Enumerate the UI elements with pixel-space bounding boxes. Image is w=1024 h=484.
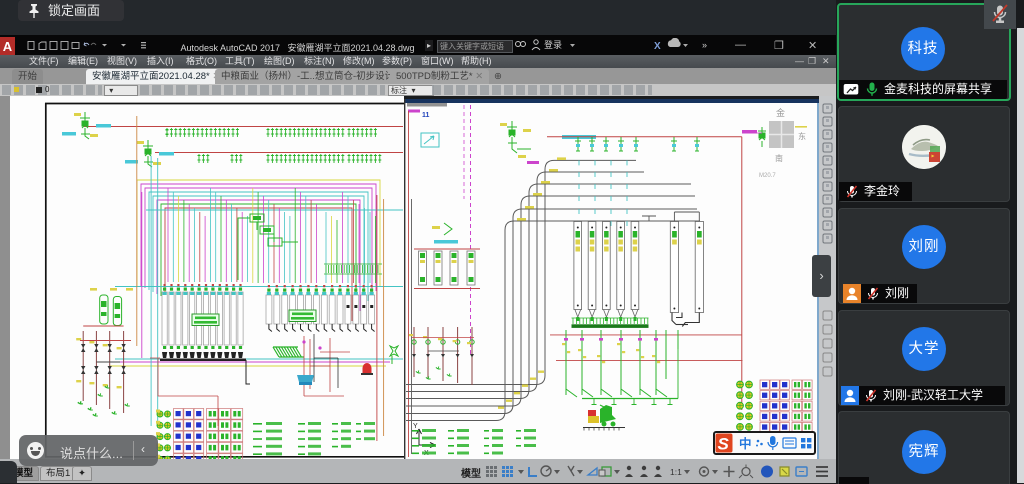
svg-text:登录: 登录 <box>544 40 562 50</box>
svg-text:S: S <box>718 435 730 454</box>
svg-text:11: 11 <box>422 112 430 119</box>
svg-text:M20.7: M20.7 <box>759 173 776 179</box>
svg-text:X: X <box>654 41 661 52</box>
svg-text:东: 东 <box>798 131 806 141</box>
svg-text:Y: Y <box>413 423 418 430</box>
svg-text:1:1: 1:1 <box>670 467 682 477</box>
svg-text:金: 金 <box>776 107 785 118</box>
svg-text:中: 中 <box>739 436 752 451</box>
svg-text:»: » <box>702 40 707 50</box>
svg-text:南: 南 <box>775 153 783 163</box>
